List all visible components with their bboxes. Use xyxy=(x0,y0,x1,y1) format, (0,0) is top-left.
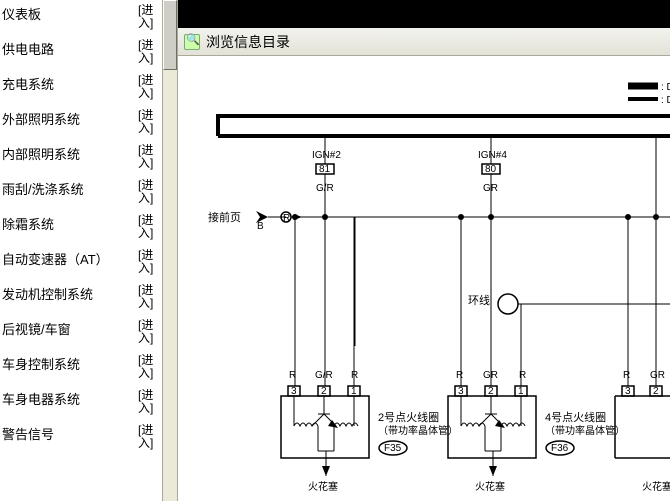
coil2-sub: （带功率晶体管） xyxy=(378,424,458,437)
search-icon xyxy=(184,34,200,50)
sidebar-item-power[interactable]: 供电电路 [进入] xyxy=(0,35,162,70)
sidebar-item-body-ctrl[interactable]: 车身控制系统 [进入] xyxy=(0,350,162,385)
label-ign4: IGN#4 xyxy=(478,150,507,161)
pin-label-r3: R xyxy=(456,370,463,381)
sidebar-item-label: 仪表板 xyxy=(2,4,41,23)
top-black-bar xyxy=(178,0,670,28)
sidebar-item-charging[interactable]: 充电系统 [进入] xyxy=(0,70,162,105)
sidebar-item-label: 充电系统 xyxy=(2,74,54,93)
sidebar-item-label: 内部照明系统 xyxy=(2,144,80,163)
sidebar-item-label: 供电电路 xyxy=(2,39,54,58)
svg-text:火花塞: 火花塞 xyxy=(642,480,670,493)
legend-d2: : D xyxy=(661,95,670,106)
coil4-title: 4号点火线圈 xyxy=(545,410,606,424)
sidebar-item-link[interactable]: [进入] xyxy=(138,179,156,205)
sidebar-item-link[interactable]: [进入] xyxy=(138,319,156,345)
coil-4-group: R GR R 3 2 1 4号点火 xyxy=(448,214,625,493)
sidebar-item-wiper[interactable]: 雨刮/洗涤系统 [进入] xyxy=(0,175,162,210)
coil2-title: 2号点火线圈 xyxy=(378,410,439,424)
sidebar-item-defrost[interactable]: 除霜系统 [进入] xyxy=(0,210,162,245)
svg-text:R: R xyxy=(623,370,630,381)
sidebar-item-label: 除霜系统 xyxy=(2,214,54,233)
sidebar-item-link[interactable]: [进入] xyxy=(138,144,156,170)
sidebar-item-link[interactable]: [进入] xyxy=(138,284,156,310)
label-b: B xyxy=(257,221,264,232)
sidebar-item-link[interactable]: [进入] xyxy=(138,214,156,240)
sidebar-item-label: 自动变速器（AT） xyxy=(2,249,109,268)
label-gr-1: G/R xyxy=(316,183,334,194)
main-panel: 浏览信息目录 : D : D IGN#2 81 G/R IGN#4 80 GR xyxy=(178,0,670,501)
fuse-f35: F35 xyxy=(384,443,402,454)
sidebar-item-dashboard[interactable]: 仪表板 [进入] xyxy=(0,0,162,35)
sidebar-item-at[interactable]: 自动变速器（AT） [进入] xyxy=(0,245,162,280)
scrollbar-thumb[interactable] xyxy=(163,0,177,70)
pin-label-gr: G/R xyxy=(315,370,333,381)
sidebar-item-link[interactable]: [进入] xyxy=(138,109,156,135)
svg-text:GR: GR xyxy=(650,370,665,381)
sidebar-item-link[interactable]: [进入] xyxy=(138,249,156,275)
header-title: 浏览信息目录 xyxy=(206,32,290,52)
pin-80: 80 xyxy=(485,164,497,175)
sidebar-item-label: 车身控制系统 xyxy=(2,354,80,373)
sidebar-item-warning[interactable]: 警告信号 [进入] xyxy=(0,420,162,455)
sidebar-item-label: 警告信号 xyxy=(2,424,54,443)
sidebar-item-link[interactable]: [进入] xyxy=(138,74,156,100)
sidebar-item-int-lighting[interactable]: 内部照明系统 [进入] xyxy=(0,140,162,175)
sidebar-item-link[interactable]: [进入] xyxy=(138,39,156,65)
sidebar-item-label: 发动机控制系统 xyxy=(2,284,93,303)
ring-label: 环线 xyxy=(468,293,490,307)
pin-label-r: R xyxy=(289,370,296,381)
spark-plug-2: 火花塞 xyxy=(308,480,338,493)
sidebar: 仪表板 [进入] 供电电路 [进入] 充电系统 [进入] 外部照明系统 [进入] 内部照… xyxy=(0,0,162,501)
legend-d: : D xyxy=(661,82,670,93)
browse-header: 浏览信息目录 xyxy=(178,28,670,56)
sidebar-item-link[interactable]: [进入] xyxy=(138,424,156,450)
sidebar-item-label: 车身电器系统 xyxy=(2,389,80,408)
sidebar-item-label: 外部照明系统 xyxy=(2,109,80,128)
pin-81: 81 xyxy=(319,164,331,175)
fuse-f36: F36 xyxy=(551,443,569,454)
pin-label-r2: R xyxy=(351,370,358,381)
spark-plug-4: 火花塞 xyxy=(475,480,505,493)
sidebar-item-label: 后视镜/车窗 xyxy=(2,319,71,338)
prev-page-label: 接前页 xyxy=(208,210,241,224)
sidebar-item-link[interactable]: [进入] xyxy=(138,389,156,415)
wiring-diagram: : D : D IGN#2 81 G/R IGN#4 80 GR 接前页 xyxy=(178,56,670,501)
sidebar-scrollbar[interactable] xyxy=(162,0,178,501)
sidebar-item-mirror[interactable]: 后视镜/车窗 [进入] xyxy=(0,315,162,350)
sidebar-item-link[interactable]: [进入] xyxy=(138,354,156,380)
label-gr-2: GR xyxy=(483,183,498,194)
coil-2-group: R G/R R 3 2 1 xyxy=(281,214,458,493)
pin-label-gr2: GR xyxy=(483,370,498,381)
coil4-sub: （带功率晶体管） xyxy=(545,424,625,437)
sidebar-item-ext-lighting[interactable]: 外部照明系统 [进入] xyxy=(0,105,162,140)
sidebar-item-link[interactable]: [进入] xyxy=(138,4,156,30)
label-ign2: IGN#2 xyxy=(312,150,341,161)
sidebar-item-engine[interactable]: 发动机控制系统 [进入] xyxy=(0,280,162,315)
coil-partial: R GR 3 2 火花塞 xyxy=(615,214,670,493)
sidebar-item-label: 雨刮/洗涤系统 xyxy=(2,179,84,198)
pin-label-r4: R xyxy=(519,370,526,381)
label-r-conn: R xyxy=(283,213,290,224)
sidebar-item-body-elec[interactable]: 车身电器系统 [进入] xyxy=(0,385,162,420)
